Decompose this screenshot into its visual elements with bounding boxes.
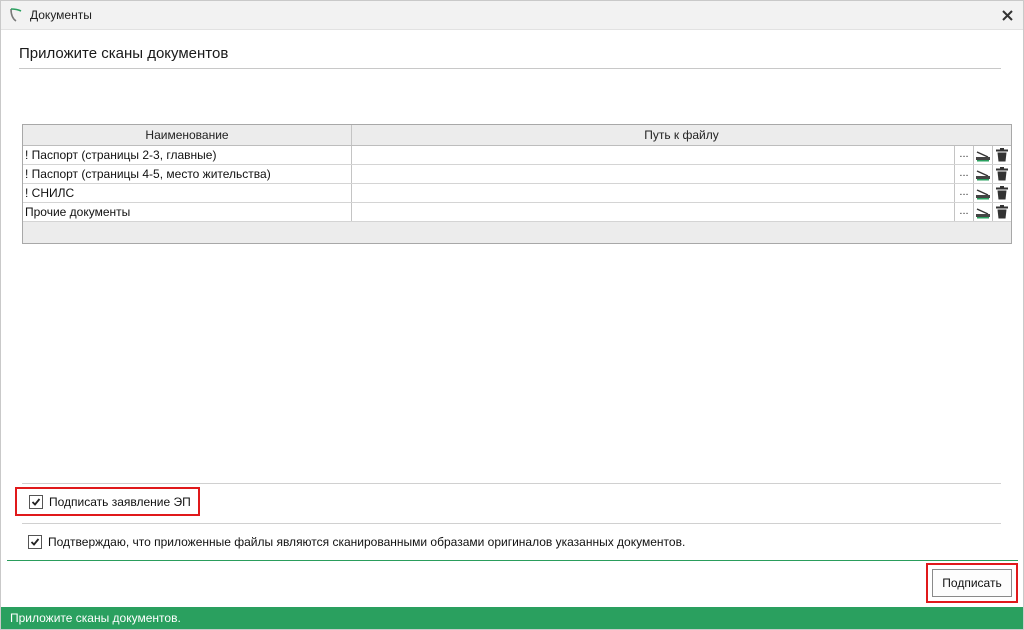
scanner-icon	[976, 170, 990, 181]
browse-button[interactable]: ...	[954, 184, 973, 202]
sign-ep-checkbox[interactable]	[29, 494, 43, 509]
divider	[22, 523, 1001, 524]
column-header-name[interactable]: Наименование	[23, 125, 352, 145]
status-bar: Приложите сканы документов.	[1, 607, 1023, 629]
title-bar: Документы	[1, 1, 1023, 30]
scan-button[interactable]	[973, 184, 992, 202]
row-file-path[interactable]	[352, 146, 954, 164]
row-document-name: ! Паспорт (страницы 2-3, главные)	[23, 146, 352, 164]
documents-table: Наименование Путь к файлу ! Паспорт (стр…	[22, 124, 1012, 244]
scanner-icon	[976, 189, 990, 200]
scanner-icon	[976, 151, 990, 162]
checkmark-icon	[31, 497, 41, 506]
checkmark-icon	[30, 538, 40, 546]
row-document-name: ! СНИЛС	[23, 184, 352, 202]
page-heading: Приложите сканы документов	[19, 45, 229, 62]
app-shield-icon	[8, 7, 24, 23]
table-header: Наименование Путь к файлу	[23, 125, 1011, 146]
divider	[22, 483, 1001, 484]
sign-ep-checkbox-row[interactable]: Подписать заявление ЭП	[15, 487, 200, 516]
sign-button[interactable]: Подписать	[932, 569, 1012, 597]
browse-button[interactable]: ...	[954, 165, 973, 183]
scan-button[interactable]	[973, 203, 992, 221]
delete-button[interactable]	[992, 146, 1011, 164]
footer-divider	[7, 560, 1018, 561]
trash-icon	[996, 167, 1008, 181]
delete-button[interactable]	[992, 184, 1011, 202]
row-file-path[interactable]	[352, 184, 954, 202]
confirm-checkbox-row[interactable]: Подтверждаю, что приложенные файлы являю…	[28, 535, 685, 549]
close-button[interactable]	[997, 5, 1017, 25]
table-row[interactable]: ! Паспорт (страницы 4-5, место жительств…	[23, 165, 1011, 184]
confirm-checkbox[interactable]	[28, 535, 42, 549]
trash-icon	[996, 148, 1008, 162]
table-row[interactable]: Прочие документы ...	[23, 203, 1011, 222]
window-title: Документы	[30, 8, 92, 22]
trash-icon	[996, 205, 1008, 219]
status-text: Приложите сканы документов.	[10, 611, 181, 625]
row-file-path[interactable]	[352, 203, 954, 221]
browse-button[interactable]: ...	[954, 146, 973, 164]
delete-button[interactable]	[992, 203, 1011, 221]
row-document-name: Прочие документы	[23, 203, 352, 221]
heading-divider	[19, 68, 1001, 69]
table-row[interactable]: ! СНИЛС ...	[23, 184, 1011, 203]
scan-button[interactable]	[973, 146, 992, 164]
confirm-label: Подтверждаю, что приложенные файлы являю…	[48, 535, 686, 549]
scan-button[interactable]	[973, 165, 992, 183]
close-icon	[1001, 9, 1013, 21]
column-header-path[interactable]: Путь к файлу	[352, 125, 1011, 145]
documents-window: Документы Приложите сканы документов Наи…	[0, 0, 1024, 630]
delete-button[interactable]	[992, 165, 1011, 183]
table-row[interactable]: ! Паспорт (страницы 2-3, главные) ...	[23, 146, 1011, 165]
scanner-icon	[976, 208, 990, 219]
sign-ep-label: Подписать заявление ЭП	[49, 494, 191, 509]
browse-button[interactable]: ...	[954, 203, 973, 221]
trash-icon	[996, 186, 1008, 200]
row-file-path[interactable]	[352, 165, 954, 183]
row-document-name: ! Паспорт (страницы 4-5, место жительств…	[23, 165, 352, 183]
